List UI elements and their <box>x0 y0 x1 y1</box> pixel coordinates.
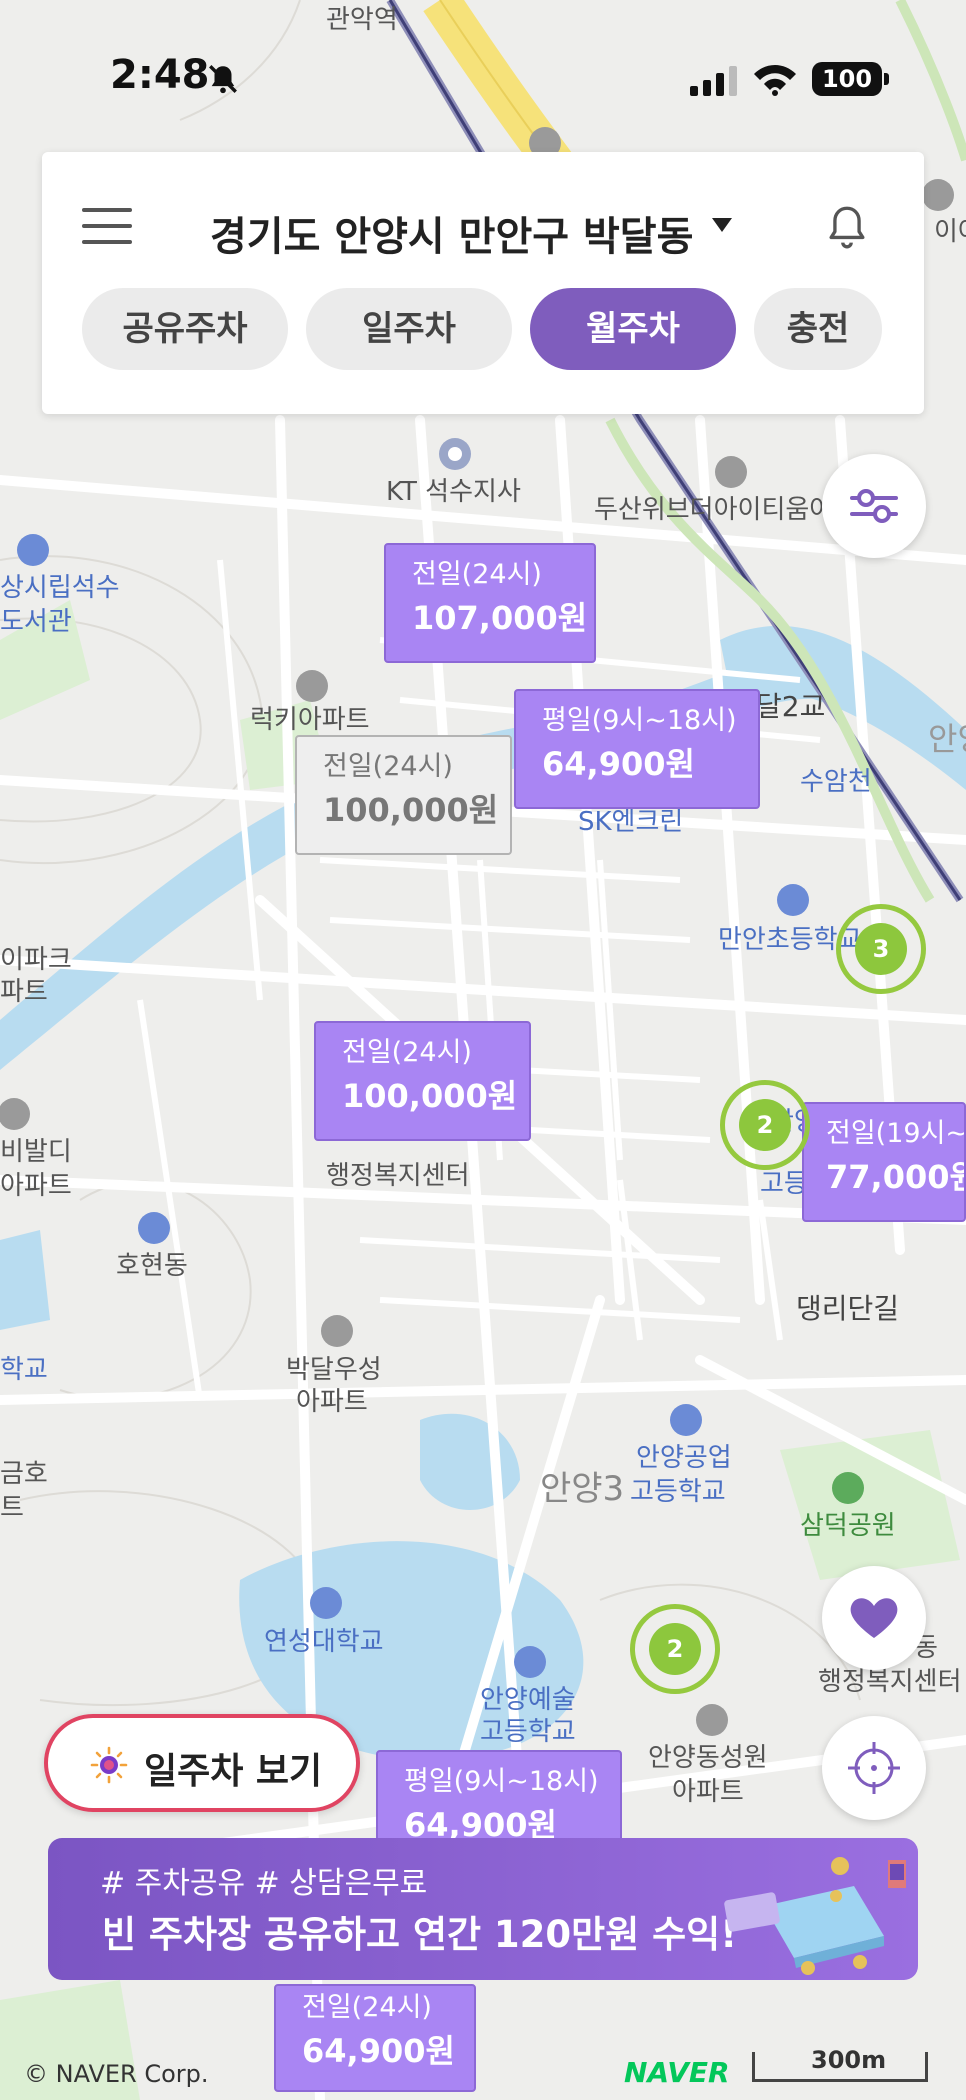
map-label: 박달우성 <box>286 1355 382 1385</box>
map-scale-label: 300m <box>811 2046 887 2074</box>
price-marker-label: 전일(24시) <box>342 1037 472 1068</box>
map-label: SK엔크린 <box>578 807 683 837</box>
promo-banner[interactable]: # 주차공유 # 상담은무료 빈 주차장 공유하고 연간 120만원 수익! <box>48 1838 918 1980</box>
cluster-count: 2 <box>649 1623 701 1675</box>
price-marker[interactable]: 평일(9시~18시) 64,900원 <box>514 689 760 809</box>
map-label: 이파크 <box>0 945 72 975</box>
favorites-button[interactable] <box>822 1566 926 1670</box>
wifi-icon <box>754 65 796 96</box>
map-label: 안양예술 <box>480 1685 576 1715</box>
map-label: 행정복지센터 <box>326 1161 470 1191</box>
bell-off-icon <box>209 65 237 94</box>
map-label: 안양 <box>928 720 966 758</box>
naver-logo: NAVER <box>624 2056 730 2089</box>
banner-headline: 빈 주차장 공유하고 연간 120만원 수익! <box>102 1913 738 1956</box>
parking-type-tabs: 공유주차 일주차 월주차 충전 <box>82 288 924 374</box>
battery-indicator: 100 <box>812 62 889 96</box>
map-label: 파트 <box>0 977 48 1007</box>
map-label: 댕리단길 <box>796 1292 899 1325</box>
map-label: 안양공업 <box>636 1443 732 1473</box>
price-marker-label: 평일(9시~18시) <box>542 705 737 736</box>
location-selector[interactable]: 경기도 안양시 만안구 박달동 <box>210 204 693 262</box>
price-marker-value: 64,900원 <box>302 2032 455 2070</box>
map-label: 아파트 <box>0 1171 72 1201</box>
price-marker-label: 평일(9시~18시) <box>404 1766 599 1797</box>
heart-icon <box>850 1598 898 1638</box>
price-marker-label: 전일(19시~8 <box>826 1118 966 1149</box>
filter-button[interactable] <box>822 454 926 558</box>
tab-shared-parking[interactable]: 공유주차 <box>82 288 288 370</box>
map-label: 호현동 <box>116 1251 188 1281</box>
price-marker-value: 64,900원 <box>542 745 695 783</box>
parking-illustration-icon <box>724 1857 906 1975</box>
map-label: 상시립석수 <box>0 573 120 603</box>
map-label: 안양3 <box>540 1469 624 1509</box>
map-label: 트 <box>0 1493 24 1523</box>
map-label: 삼덕공원 <box>800 1511 896 1541</box>
cluster-count: 3 <box>855 923 907 975</box>
map-label: 아파트 <box>296 1387 368 1417</box>
map-label: 행정복지센터 <box>818 1667 962 1697</box>
status-bar: 2:48 100 <box>0 0 966 150</box>
map-label: 금호 <box>0 1459 48 1489</box>
locate-me-button[interactable] <box>822 1716 926 1820</box>
cluster-count: 2 <box>739 1099 791 1151</box>
price-marker[interactable]: 전일(19시~8 77,000원 <box>802 1102 966 1222</box>
price-marker-value: 100,000원 <box>323 791 499 829</box>
price-marker[interactable]: 전일(24시) 107,000원 <box>384 543 596 663</box>
price-marker[interactable]: 전일(24시) 100,000원 <box>295 735 512 855</box>
map-label: 연성대학교 <box>264 1627 384 1657</box>
map-scale-bar: 300m <box>752 2046 928 2082</box>
banner-tags: # 주차공유 # 상담은무료 <box>100 1866 428 1901</box>
location-header: 경기도 안양시 만안구 박달동 공유주차 일주차 월주차 충전 <box>42 152 924 414</box>
view-daily-parking-button[interactable]: 일주차 보기 <box>44 1714 360 1812</box>
price-marker[interactable]: 전일(24시) 100,000원 <box>314 1021 531 1141</box>
view-daily-parking-label: 일주차 보기 <box>144 1751 323 1792</box>
price-marker-label: 전일(24시) <box>323 751 453 782</box>
price-marker[interactable]: 전일(24시) 64,900원 <box>274 1984 476 2092</box>
map-label: 아파트 <box>672 1777 744 1807</box>
price-marker-label: 전일(24시) <box>302 1992 432 2023</box>
map-label: 럭키아파트 <box>250 705 370 735</box>
sun-icon <box>90 1746 128 1784</box>
parking-cluster[interactable]: 2 <box>720 1080 810 1170</box>
map-label: 비발디 <box>0 1137 72 1167</box>
price-marker-value: 107,000원 <box>412 599 588 637</box>
sliders-filter-icon <box>850 489 898 523</box>
parking-cluster[interactable]: 2 <box>630 1604 720 1694</box>
map-credit: © NAVER Corp. <box>24 2060 209 2088</box>
map-label: 고등학교 <box>480 1717 576 1747</box>
tab-monthly-parking[interactable]: 월주차 <box>530 288 736 370</box>
map-label: 이아 <box>934 217 966 247</box>
cellular-signal-icon <box>690 66 737 96</box>
price-marker-value: 100,000원 <box>342 1077 518 1115</box>
parking-cluster[interactable]: 3 <box>836 904 926 994</box>
map-label: 도서관 <box>0 607 72 637</box>
map-label: 수암천 <box>800 767 872 797</box>
tab-charging[interactable]: 충전 <box>754 288 882 370</box>
status-time: 2:48 <box>110 52 210 98</box>
map-label: 안양동성원 <box>648 1743 768 1773</box>
map-label: 고등 <box>760 1169 808 1199</box>
price-marker-label: 전일(24시) <box>412 559 542 590</box>
crosshair-locate-icon <box>848 1742 900 1794</box>
bell-icon[interactable] <box>822 202 872 252</box>
map-label: 두산위브더아이티움아 <box>594 495 833 525</box>
menu-button[interactable] <box>82 208 132 248</box>
price-marker-value: 77,000원 <box>826 1158 966 1196</box>
map-label: 학교 <box>0 1355 48 1385</box>
map-label: KT 석수지사 <box>386 477 521 507</box>
map-label: 고등학교 <box>630 1477 726 1507</box>
tab-daily-parking[interactable]: 일주차 <box>306 288 512 370</box>
map-label: 달2교 <box>756 690 825 723</box>
caret-down-icon[interactable] <box>712 218 732 232</box>
